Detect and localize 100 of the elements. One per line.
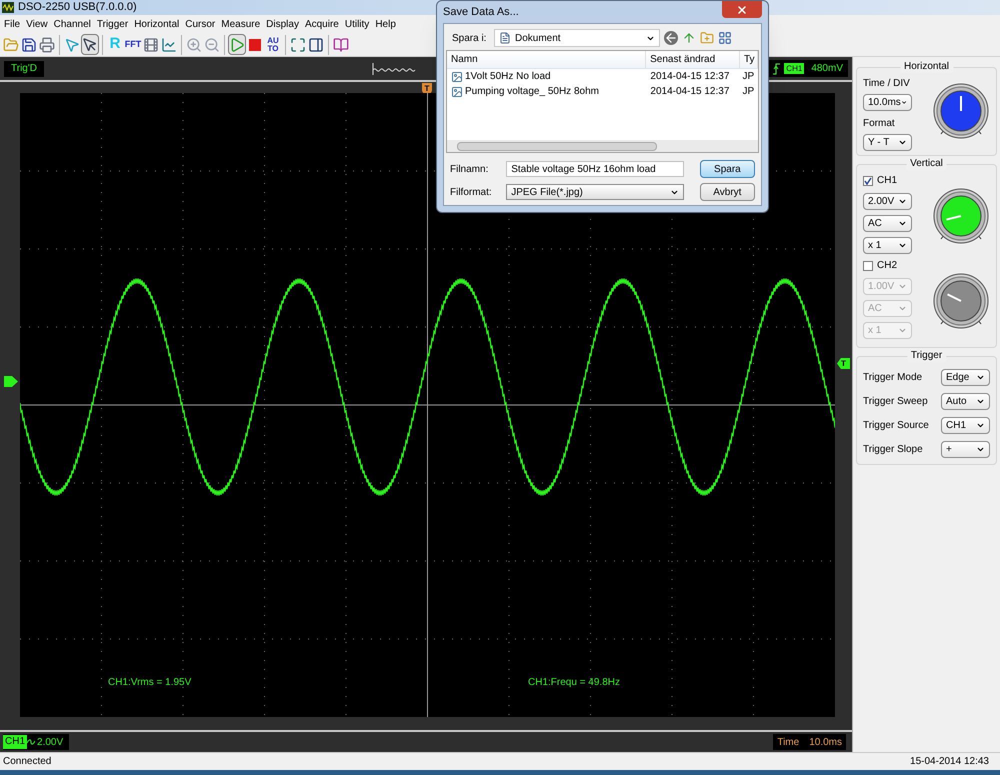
save-button[interactable]: Spara: [700, 160, 755, 178]
menu-item[interactable]: Acquire: [302, 16, 342, 32]
dropdown[interactable]: CH1: [941, 417, 990, 434]
channel-marker-icon[interactable]: [4, 376, 18, 387]
format-dropdown[interactable]: JPEG File(*.jpg): [506, 184, 684, 200]
dropdown[interactable]: x 1: [863, 237, 912, 254]
menu-item[interactable]: Cursor: [182, 16, 218, 32]
time-label: Time: [777, 736, 800, 750]
trigger-position-marker[interactable]: T: [422, 83, 432, 94]
group-title: Trigger: [906, 350, 946, 362]
field-label: Trigger Sweep: [863, 395, 928, 409]
close-icon: [736, 4, 748, 16]
column-header[interactable]: Ty: [740, 51, 758, 68]
toolbar-button[interactable]: [81, 34, 99, 55]
channel-label: CH1: [877, 174, 898, 188]
caret-icon: [898, 219, 907, 228]
caret-icon: [976, 373, 985, 382]
back-icon[interactable]: [664, 31, 678, 45]
knob-icon[interactable]: [932, 82, 990, 140]
close-button[interactable]: [722, 1, 762, 18]
app-icon: [2, 2, 14, 13]
file-row[interactable]: 1Volt 50Hz No load 2014-04-15 12:37 JP: [447, 69, 758, 84]
dropdown[interactable]: AC: [863, 215, 912, 232]
menu-item[interactable]: Trigger: [94, 16, 132, 32]
zoom-out-icon: [204, 36, 220, 52]
caret-icon: [898, 241, 907, 250]
cursor-icon: [64, 36, 80, 52]
menu-item[interactable]: Horizontal: [131, 16, 182, 32]
document-icon: [499, 32, 511, 44]
image-file-icon: [451, 70, 463, 82]
film-icon: [143, 36, 159, 52]
chart-icon: [161, 36, 177, 52]
dropdown[interactable]: Auto: [941, 393, 990, 410]
panel-icon: [308, 36, 324, 52]
trigger-level: 480mV: [811, 62, 843, 76]
zoom-in-icon: [186, 36, 202, 52]
channel-badge: CH1: [3, 735, 28, 749]
image-file-icon: [451, 86, 463, 98]
menu-item[interactable]: View: [23, 16, 51, 32]
save-icon: [21, 36, 37, 52]
caret-icon: [898, 138, 907, 147]
file-date: 2014-04-15 12:37: [649, 70, 730, 84]
field-label: Format: [863, 117, 896, 131]
book-icon: [333, 36, 349, 52]
dropdown[interactable]: 2.00V: [863, 193, 912, 210]
waveform-preview-drawing: [372, 62, 416, 76]
play-icon: [229, 36, 245, 52]
field-label: Filnamn:: [450, 162, 490, 176]
caret-icon: [898, 304, 907, 313]
view-menu-icon[interactable]: [718, 31, 732, 45]
menu-item[interactable]: File: [1, 16, 24, 32]
print-icon: [39, 36, 55, 52]
up-folder-icon[interactable]: [682, 31, 696, 45]
checkbox[interactable]: [863, 176, 873, 186]
caret-icon: [898, 282, 907, 291]
measurement-text: CH1:Frequ = 49.8Hz: [528, 676, 620, 690]
field-label: Trigger Mode: [863, 371, 922, 385]
menu-item[interactable]: Utility: [342, 16, 372, 32]
menu-item[interactable]: Display: [263, 16, 302, 32]
file-date: 2014-04-15 12:37: [649, 85, 730, 99]
file-name: Pumping voltage_ 50Hz 8ohm: [465, 85, 599, 99]
field-label: Trigger Slope: [863, 443, 923, 457]
toolbar-button[interactable]: AUTO: [264, 34, 282, 55]
trigger-level-marker[interactable]: T: [837, 358, 850, 369]
file-name: 1Volt 50Hz No load: [465, 70, 551, 84]
menu-item[interactable]: Channel: [50, 16, 94, 32]
field-label: Spara i:: [452, 32, 488, 46]
folder-dropdown[interactable]: Dokument: [494, 29, 660, 47]
column-header[interactable]: Namn: [447, 51, 646, 68]
horizontal-scrollbar[interactable]: [447, 140, 758, 152]
dropdown[interactable]: Edge: [941, 369, 990, 386]
field-label: Trigger Source: [863, 419, 929, 433]
field-label: Time / DIV: [863, 77, 911, 91]
file-type: JP: [741, 70, 756, 84]
knob-icon[interactable]: [932, 187, 990, 245]
menu-item[interactable]: Measure: [218, 16, 264, 32]
trigger-status: Trig'D: [4, 60, 44, 76]
fullscreen-icon: [290, 36, 306, 52]
time-value: 10.0ms: [809, 736, 842, 750]
checkbox[interactable]: [863, 260, 873, 270]
rising-edge-icon: [773, 62, 780, 74]
dropdown[interactable]: 10.0ms: [863, 94, 912, 111]
channel-scale: 2.00V: [37, 736, 64, 750]
dropdown[interactable]: Y - T: [863, 134, 912, 151]
channel-label: CH2: [877, 259, 898, 273]
folder-icon: [3, 36, 19, 52]
menu-item[interactable]: Help: [372, 16, 399, 32]
field-label: Filformat:: [450, 186, 493, 200]
knob-icon[interactable]: [932, 272, 990, 330]
toolbar-button[interactable]: FFT: [124, 34, 142, 55]
file-row[interactable]: Pumping voltage_ 50Hz 8ohm 2014-04-15 12:37 JP: [447, 84, 758, 99]
cancel-button[interactable]: Avbryt: [700, 183, 755, 201]
column-header[interactable]: Senast ändrad: [646, 51, 740, 68]
connection-status: Connected: [3, 755, 52, 769]
caret-icon: [976, 421, 985, 430]
ac-coupling-icon: [27, 738, 36, 746]
caret-icon: [976, 445, 985, 454]
dropdown[interactable]: +: [941, 441, 990, 458]
measurement-text: CH1:Vrms = 1.95V: [108, 676, 192, 690]
filename-field[interactable]: Stable voltage 50Hz 16ohm load: [506, 161, 684, 177]
